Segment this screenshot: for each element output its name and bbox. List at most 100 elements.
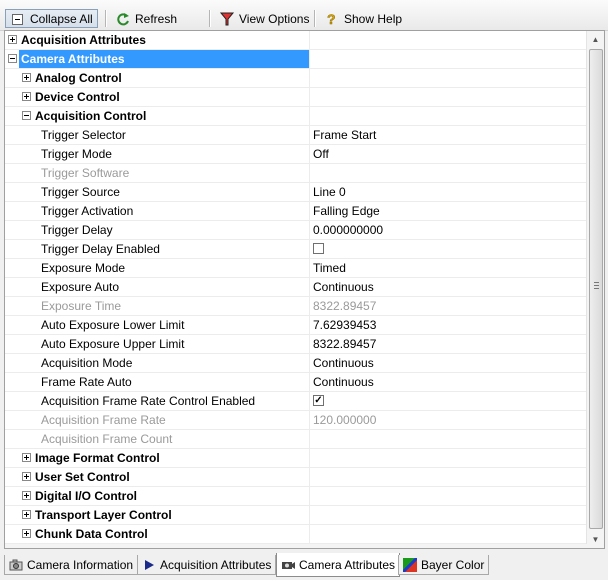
- attribute-grid[interactable]: Acquisition Attributes Camera Attributes A…: [4, 30, 605, 549]
- expand-plus-icon[interactable]: [8, 548, 17, 549]
- row-value[interactable]: Frame Start: [309, 126, 587, 144]
- row-label: Chunk Data Control: [35, 527, 148, 541]
- vertical-scrollbar[interactable]: ▲ ▼: [586, 31, 604, 548]
- view-options-button[interactable]: View Options: [215, 9, 313, 28]
- play-arrow-icon: [142, 558, 156, 572]
- bottom-tab-bar: Camera Information Acquisition Attributes…: [0, 551, 608, 580]
- expand-plus-icon[interactable]: [22, 73, 31, 82]
- category-row-acquisition-attributes[interactable]: Acquisition Attributes: [5, 31, 587, 50]
- expand-plus-icon[interactable]: [22, 92, 31, 101]
- collapse-minus-icon[interactable]: [22, 111, 31, 120]
- scroll-up-arrow-icon[interactable]: ▲: [587, 31, 604, 48]
- category-row-acquisition-control[interactable]: Acquisition Control: [5, 107, 587, 126]
- row-value[interactable]: Line 0: [309, 183, 587, 201]
- category-row-device-control[interactable]: Device Control: [5, 88, 587, 107]
- horizontal-scrollbar[interactable]: [5, 544, 587, 548]
- row-label: Analog Control: [35, 71, 122, 85]
- tab-camera-attributes[interactable]: Camera Attributes: [276, 553, 401, 577]
- row-value[interactable]: Continuous: [309, 373, 587, 391]
- tab-label: Camera Information: [27, 557, 134, 572]
- scroll-down-arrow-icon[interactable]: ▼: [587, 531, 604, 548]
- row-value: 120.000000: [309, 411, 587, 429]
- collapse-minus-icon[interactable]: [8, 54, 17, 63]
- row-value[interactable]: 7.62939453: [309, 316, 587, 334]
- row-value: 8322.89457: [309, 297, 587, 315]
- property-row-auto-exposure-upper-limit[interactable]: Auto Exposure Upper Limit 8322.89457: [5, 335, 587, 354]
- property-row-acquisition-frame-rate-control-enabled[interactable]: Acquisition Frame Rate Control Enabled ✓: [5, 392, 587, 411]
- expand-plus-icon[interactable]: [22, 529, 31, 538]
- collapse-all-button[interactable]: Collapse All: [5, 9, 98, 28]
- row-value[interactable]: Off: [309, 145, 587, 163]
- property-row-trigger-mode[interactable]: Trigger Mode Off: [5, 145, 587, 164]
- property-row-trigger-source[interactable]: Trigger Source Line 0: [5, 183, 587, 202]
- row-label: Trigger Software: [41, 166, 130, 180]
- property-row-trigger-delay[interactable]: Trigger Delay 0.000000000: [5, 221, 587, 240]
- property-row-acquisition-frame-count[interactable]: Acquisition Frame Count: [5, 430, 587, 449]
- expand-plus-icon[interactable]: [22, 472, 31, 481]
- row-label: Exposure Auto: [41, 280, 120, 294]
- tab-camera-information[interactable]: Camera Information: [4, 555, 139, 575]
- row-label: Trigger Selector: [41, 128, 126, 142]
- svg-text:?: ?: [327, 11, 336, 27]
- row-value: [309, 487, 587, 505]
- row-value[interactable]: [309, 240, 587, 258]
- tab-acquisition-attributes[interactable]: Acquisition Attributes: [137, 555, 277, 575]
- expand-plus-icon[interactable]: [22, 453, 31, 462]
- row-label: Device Control: [35, 90, 120, 104]
- property-row-exposure-auto[interactable]: Exposure Auto Continuous: [5, 278, 587, 297]
- checkbox-checked[interactable]: ✓: [313, 395, 324, 406]
- camera-icon: [281, 558, 295, 572]
- category-row-chunk-data-control[interactable]: Chunk Data Control: [5, 525, 587, 544]
- category-row-transport-layer-control[interactable]: Transport Layer Control: [5, 506, 587, 525]
- property-row-acquisition-frame-rate[interactable]: Acquisition Frame Rate 120.000000: [5, 411, 587, 430]
- category-row-user-set-control[interactable]: User Set Control: [5, 468, 587, 487]
- tab-label: Acquisition Attributes: [160, 557, 272, 572]
- tab-bayer-color[interactable]: Bayer Color: [398, 555, 490, 575]
- property-row-trigger-selector[interactable]: Trigger Selector Frame Start: [5, 126, 587, 145]
- category-row-image-format-control[interactable]: Image Format Control: [5, 449, 587, 468]
- row-label: Frame Rate Auto: [41, 375, 132, 389]
- expand-plus-icon[interactable]: [22, 491, 31, 500]
- property-row-auto-exposure-lower-limit[interactable]: Auto Exposure Lower Limit 7.62939453: [5, 316, 587, 335]
- row-label: User Set Control: [35, 470, 130, 484]
- property-row-acquisition-mode[interactable]: Acquisition Mode Continuous: [5, 354, 587, 373]
- row-value[interactable]: ✓: [309, 392, 587, 410]
- row-label: Digital I/O Control: [35, 489, 137, 503]
- row-label: Trigger Source: [41, 185, 120, 199]
- category-row-analog-control[interactable]: Analog Control: [5, 69, 587, 88]
- checkbox-unchecked[interactable]: [313, 243, 324, 254]
- view-options-icon: [219, 11, 235, 27]
- row-value[interactable]: 8322.89457: [309, 335, 587, 353]
- property-row-exposure-time[interactable]: Exposure Time 8322.89457: [5, 297, 587, 316]
- expand-plus-icon[interactable]: [22, 510, 31, 519]
- tab-label: Camera Attributes: [299, 557, 396, 572]
- property-row-trigger-software[interactable]: Trigger Software: [5, 164, 587, 183]
- row-label: Trigger Delay Enabled: [41, 242, 160, 256]
- row-value: [309, 525, 587, 543]
- row-value: [309, 468, 587, 486]
- row-value[interactable]: Continuous: [309, 278, 587, 296]
- property-row-frame-rate-auto[interactable]: Frame Rate Auto Continuous: [5, 373, 587, 392]
- row-value[interactable]: Timed: [309, 259, 587, 277]
- property-row-exposure-mode[interactable]: Exposure Mode Timed: [5, 259, 587, 278]
- view-options-label: View Options: [239, 11, 310, 26]
- row-label: Acquisition Frame Count: [41, 432, 173, 446]
- show-help-button[interactable]: ? Show Help: [320, 9, 406, 28]
- toolbar-separator: [314, 10, 316, 27]
- category-row-camera-attributes[interactable]: Camera Attributes: [5, 50, 587, 69]
- row-value: [309, 107, 587, 125]
- row-label: Acquisition Control: [35, 109, 147, 123]
- scrollbar-thumb[interactable]: [589, 49, 603, 529]
- row-value[interactable]: Falling Edge: [309, 202, 587, 220]
- row-value[interactable]: Continuous: [309, 354, 587, 372]
- row-label: Transport Layer Control: [35, 508, 172, 522]
- expand-plus-icon[interactable]: [8, 35, 17, 44]
- row-value[interactable]: 0.000000000: [309, 221, 587, 239]
- collapse-all-label: Collapse All: [30, 11, 93, 26]
- refresh-icon: [115, 11, 131, 27]
- row-value: [309, 88, 587, 106]
- refresh-button[interactable]: Refresh: [111, 9, 181, 28]
- property-row-trigger-delay-enabled[interactable]: Trigger Delay Enabled: [5, 240, 587, 259]
- property-row-trigger-activation[interactable]: Trigger Activation Falling Edge: [5, 202, 587, 221]
- category-row-digital-i-o-control[interactable]: Digital I/O Control: [5, 487, 587, 506]
